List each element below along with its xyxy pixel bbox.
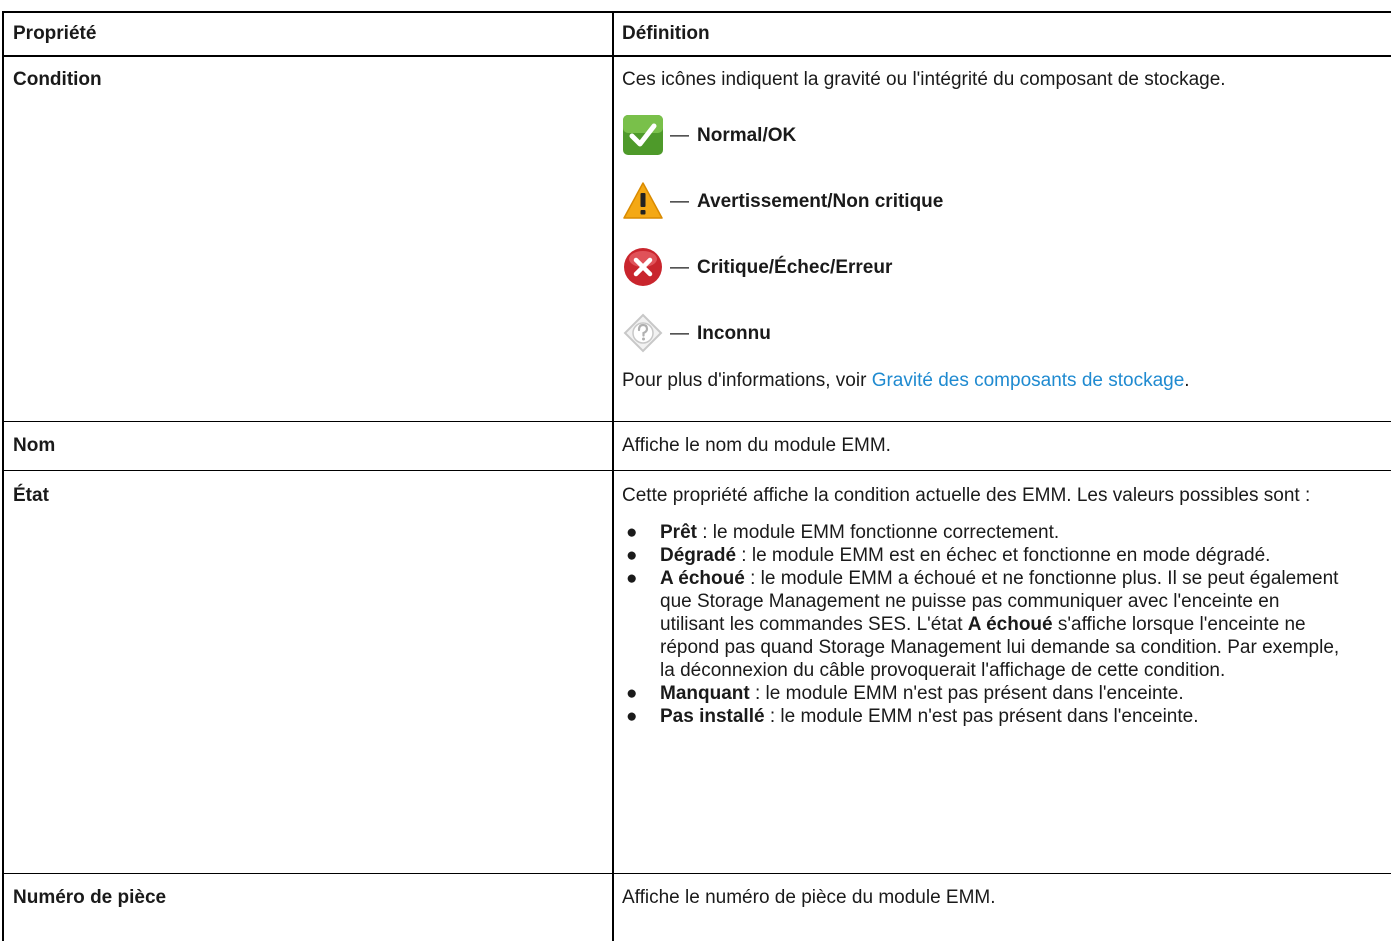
- state-text: : le module EMM est en échec et fonction…: [736, 545, 1271, 566]
- condition-intro: Ces icônes indiquent la gravité ou l'int…: [622, 69, 1226, 90]
- severity-normal: — Normal/OK: [622, 113, 1372, 157]
- state-text: : le module EMM n'est pas présent dans l…: [749, 683, 1184, 704]
- warning-triangle-icon: [623, 182, 663, 219]
- severity-dash: —: [670, 322, 689, 344]
- ok-check-icon: [623, 115, 663, 155]
- severity-label: Avertissement/Non critique: [697, 190, 944, 212]
- severity-critical: — Critique/Échec/Erreur: [622, 245, 1372, 289]
- row-divider: [2, 873, 1391, 874]
- column-divider: [612, 11, 614, 941]
- header-definition: Définition: [622, 23, 710, 44]
- list-item: ● Manquant : le module EMM n'est pas pré…: [622, 682, 1342, 705]
- definition-nom: Affiche le nom du module EMM.: [622, 435, 891, 456]
- storage-severity-link[interactable]: Gravité des composants de stockage: [872, 370, 1185, 391]
- definition-condition: Ces icônes indiquent la gravité ou l'int…: [622, 68, 1372, 392]
- severity-label: Normal/OK: [697, 124, 797, 146]
- severity-label: Critique/Échec/Erreur: [697, 256, 893, 278]
- definition-etat: Cette propriété affiche la condition act…: [622, 484, 1342, 728]
- state-term: Dégradé: [660, 545, 737, 566]
- row-divider: [2, 421, 1391, 422]
- severity-dash: —: [670, 256, 689, 278]
- severity-dash: —: [670, 124, 689, 146]
- condition-more-info: Pour plus d'informations, voir Gravité d…: [622, 369, 1372, 392]
- state-text: : le module EMM fonctionne correctement.: [696, 522, 1060, 543]
- bullet: ●: [626, 568, 638, 589]
- state-term-inline: A échoué: [967, 614, 1053, 635]
- bullet: ●: [626, 545, 638, 566]
- header-bottom-border: [2, 55, 1391, 57]
- severity-label: Inconnu: [697, 322, 771, 344]
- table-top-border: [2, 11, 1391, 13]
- definition-numero-de-piece: Affiche le numéro de pièce du module EMM…: [622, 887, 996, 908]
- property-numero-de-piece: Numéro de pièce: [13, 887, 167, 908]
- header-property: Propriété: [13, 23, 97, 44]
- severity-unknown: — Inconnu: [622, 311, 1372, 355]
- property-nom: Nom: [13, 435, 56, 456]
- state-term: A échoué: [660, 568, 745, 589]
- state-list: ● Prêt : le module EMM fonctionne correc…: [622, 521, 1342, 728]
- bullet: ●: [626, 522, 638, 543]
- property-etat: État: [13, 485, 49, 506]
- more-info-prefix: Pour plus d'informations, voir: [622, 370, 872, 391]
- more-info-suffix: .: [1184, 370, 1190, 391]
- state-term: Pas installé: [660, 706, 765, 727]
- table-left-border: [2, 11, 4, 941]
- state-text: : le module EMM n'est pas présent dans l…: [764, 706, 1199, 727]
- list-item: ● A échoué : le module EMM a échoué et n…: [622, 567, 1342, 682]
- unknown-question-icon: [623, 313, 663, 353]
- bullet: ●: [626, 706, 638, 727]
- list-item: ● Prêt : le module EMM fonctionne correc…: [622, 521, 1342, 544]
- etat-intro: Cette propriété affiche la condition act…: [622, 485, 1311, 506]
- state-term: Manquant: [660, 683, 750, 704]
- list-item: ● Dégradé : le module EMM est en échec e…: [622, 544, 1342, 567]
- list-item: ● Pas installé : le module EMM n'est pas…: [622, 705, 1342, 728]
- state-term: Prêt: [660, 522, 697, 543]
- severity-dash: —: [670, 190, 689, 212]
- severity-warning: — Avertissement/Non critique: [622, 179, 1372, 223]
- row-divider: [2, 470, 1391, 471]
- property-condition: Condition: [13, 69, 102, 90]
- critical-x-icon: [624, 248, 662, 286]
- bullet: ●: [626, 683, 638, 704]
